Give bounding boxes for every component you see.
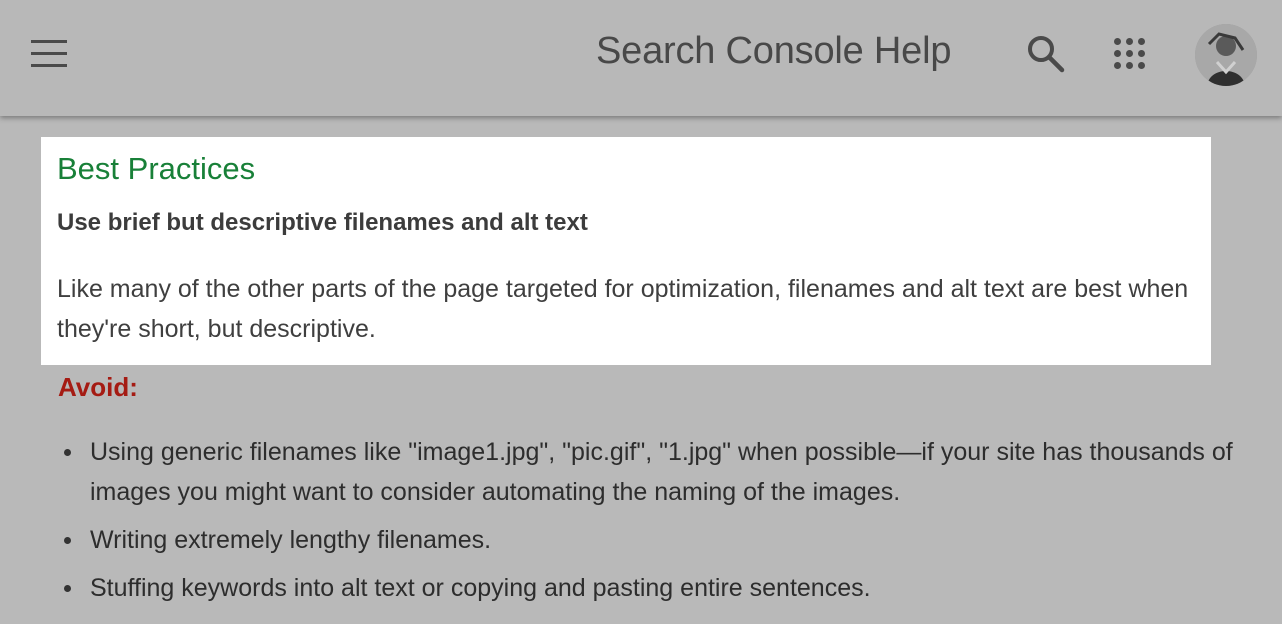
apps-grid-icon[interactable] [1110,34,1150,74]
avoid-heading: Avoid: [58,372,138,402]
bullet-icon [64,537,71,544]
list-item: Using generic filenames like "image1.jpg… [58,432,1238,512]
best-practices-heading: Best Practices [57,151,256,186]
avoid-item-text: Stuffing keywords into alt text or copyi… [90,574,871,602]
hamburger-menu-icon[interactable] [28,36,70,72]
best-practices-card: Best Practices Use brief but descriptive… [41,137,1211,365]
app-title[interactable]: Search Console Help [596,30,951,73]
avoid-list: Using generic filenames like "image1.jpg… [58,432,1238,616]
best-practices-body: Like many of the other parts of the page… [57,275,1189,343]
best-practices-subheading: Use brief but descriptive filenames and … [57,209,588,236]
bullet-icon [64,585,71,592]
user-avatar[interactable] [1195,24,1257,86]
avoid-item-text: Using generic filenames like "image1.jpg… [90,438,1233,506]
bullet-icon [64,449,71,456]
avoid-item-text: Writing extremely lengthy filenames. [90,526,492,554]
top-app-bar: Search Console Help [0,0,1282,116]
search-icon[interactable] [1024,32,1068,76]
list-item: Stuffing keywords into alt text or copyi… [58,568,1238,608]
list-item: Writing extremely lengthy filenames. [58,520,1238,560]
